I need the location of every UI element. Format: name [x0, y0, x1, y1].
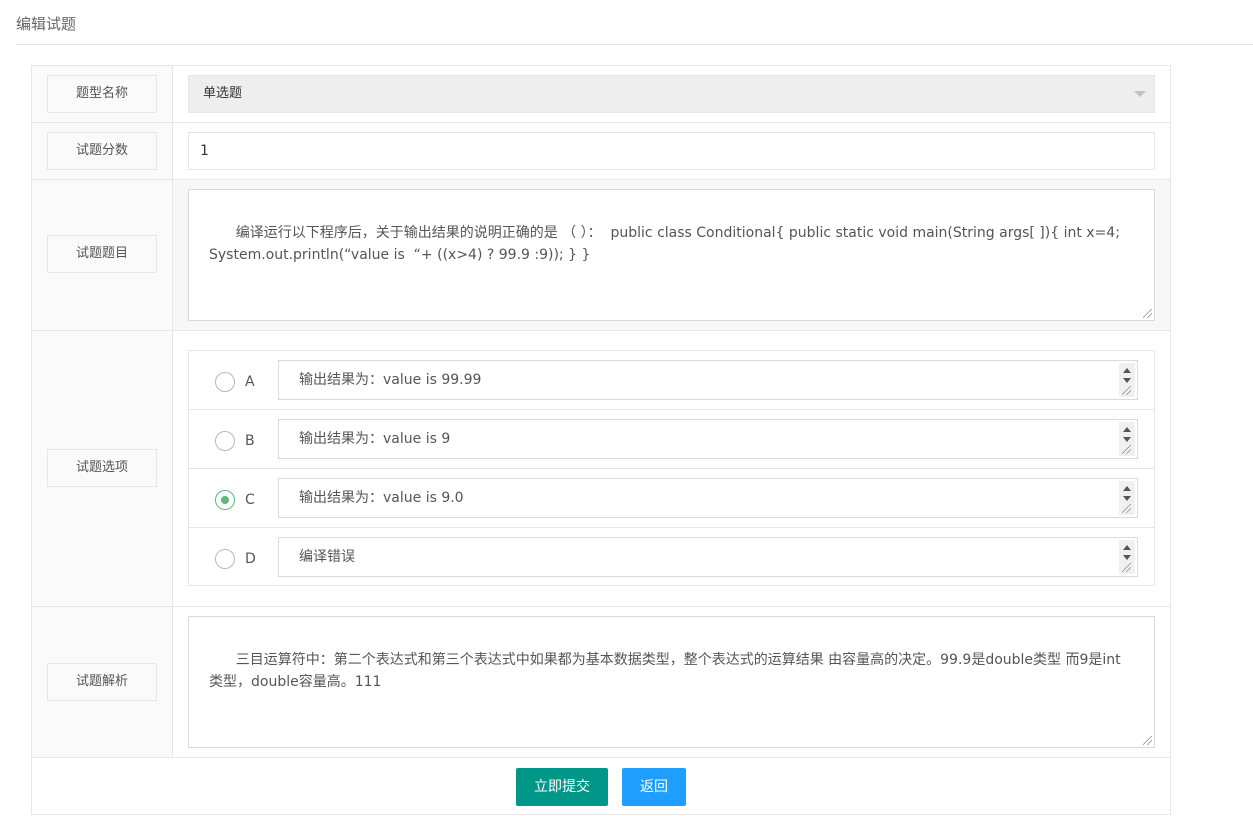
- question-row: 试题题目 编译运行以下程序后，关于输出结果的说明正确的是 （ ）： public…: [32, 180, 1170, 331]
- option-a-text: 输出结果为：value is 99.99: [299, 372, 482, 388]
- option-d-input[interactable]: 编译错误: [278, 537, 1138, 577]
- type-select[interactable]: 单选题: [188, 75, 1155, 113]
- option-d-radio[interactable]: [215, 549, 235, 569]
- score-row: 试题分数 1: [32, 123, 1170, 180]
- score-input[interactable]: 1: [188, 132, 1155, 170]
- option-c-radio[interactable]: [215, 490, 235, 510]
- option-d-text: 编译错误: [299, 549, 355, 565]
- option-row-a: A 输出结果为：value is 99.99: [189, 351, 1154, 410]
- title-divider: [16, 44, 1253, 45]
- option-b-text: 输出结果为：value is 9: [299, 431, 451, 447]
- resize-grip-icon[interactable]: [1143, 309, 1152, 318]
- submit-button[interactable]: 立即提交: [516, 768, 608, 806]
- back-button[interactable]: 返回: [622, 768, 686, 806]
- analysis-textarea[interactable]: 三目运算符中：第二个表达式和第三个表达式中如果都为基本数据类型，整个表达式的运算…: [188, 616, 1155, 748]
- option-b-input[interactable]: 输出结果为：value is 9: [278, 419, 1138, 459]
- question-label: 试题题目: [47, 235, 157, 273]
- resize-grip-icon[interactable]: [1143, 736, 1152, 745]
- option-a-radio[interactable]: [215, 372, 235, 392]
- option-row-c: C 输出结果为：value is 9.0: [189, 469, 1154, 528]
- question-edit-form: 题型名称 单选题 试题分数 1 试题题目 编译运行以下程序后，关于输出结果的说明…: [31, 65, 1171, 815]
- type-select-value: 单选题: [203, 86, 243, 101]
- chevron-down-icon: [1134, 91, 1146, 97]
- option-b-radio[interactable]: [215, 431, 235, 451]
- options-label: 试题选项: [47, 449, 157, 487]
- option-c-letter: C: [245, 492, 255, 508]
- page-title: 编辑试题: [16, 15, 77, 33]
- option-d-letter: D: [245, 551, 256, 567]
- analysis-label: 试题解析: [47, 663, 157, 701]
- spinner-icon[interactable]: [1119, 481, 1135, 515]
- type-label: 题型名称: [47, 75, 157, 113]
- question-text: 编译运行以下程序后，关于输出结果的说明正确的是 （ ）： public clas…: [209, 225, 1120, 263]
- option-a-input[interactable]: 输出结果为：value is 99.99: [278, 360, 1138, 400]
- option-c-text: 输出结果为：value is 9.0: [299, 490, 464, 506]
- option-b-letter: B: [245, 433, 255, 449]
- spinner-icon[interactable]: [1119, 422, 1135, 456]
- question-textarea[interactable]: 编译运行以下程序后，关于输出结果的说明正确的是 （ ）： public clas…: [188, 189, 1155, 321]
- options-panel: A 输出结果为：value is 99.99 B 输出结果为：value is …: [188, 350, 1155, 586]
- option-a-letter: A: [245, 374, 255, 390]
- option-row-d: D 编译错误: [189, 528, 1154, 587]
- type-row: 题型名称 单选题: [32, 66, 1170, 123]
- options-row: 试题选项 A 输出结果为：value is 99.99 B 输出结果为：valu…: [32, 331, 1170, 607]
- actions-row: 立即提交 返回: [32, 758, 1170, 815]
- analysis-row: 试题解析 三目运算符中：第二个表达式和第三个表达式中如果都为基本数据类型，整个表…: [32, 607, 1170, 758]
- score-label: 试题分数: [47, 132, 157, 170]
- option-c-input[interactable]: 输出结果为：value is 9.0: [278, 478, 1138, 518]
- analysis-text: 三目运算符中：第二个表达式和第三个表达式中如果都为基本数据类型，整个表达式的运算…: [209, 652, 1121, 690]
- option-row-b: B 输出结果为：value is 9: [189, 410, 1154, 469]
- spinner-icon[interactable]: [1119, 363, 1135, 397]
- spinner-icon[interactable]: [1119, 540, 1135, 574]
